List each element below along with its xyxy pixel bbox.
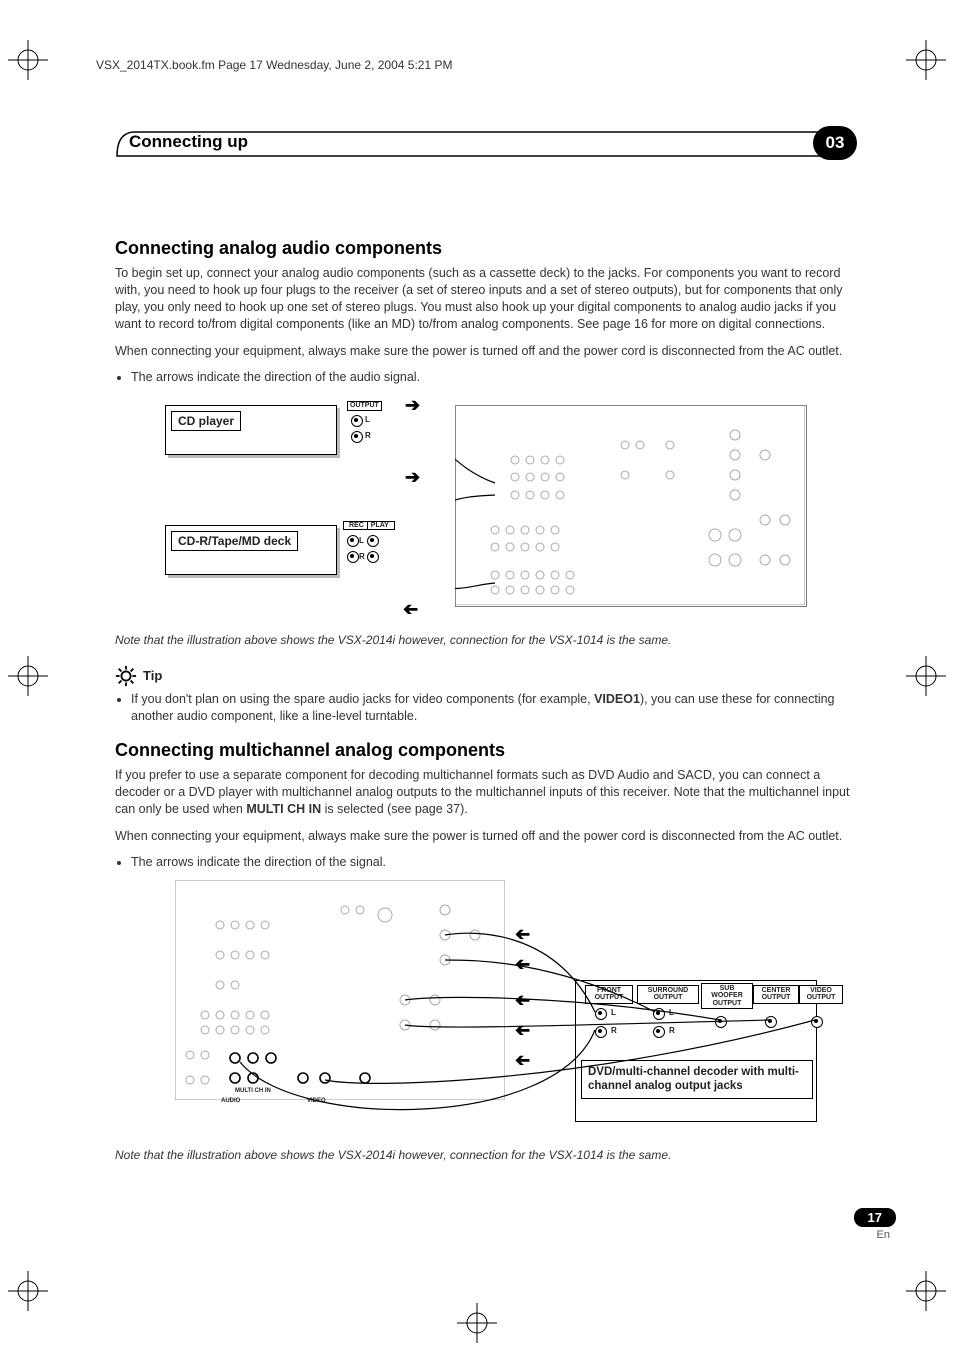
arrow-left-icon: ➔ [515,990,530,1011]
chapter-title: Connecting up [129,132,248,152]
crop-mark-icon [906,656,946,696]
arrow-left-icon: ➔ [515,1020,530,1041]
source-file-header: VSX_2014TX.book.fm Page 17 Wednesday, Ju… [96,58,452,72]
page-language: En [854,1229,896,1241]
multi-ch-in-label: MULTI CH IN [235,1088,271,1094]
section2-para1-before: If you prefer to use a separate componen… [115,768,849,816]
l-label: L [611,1008,616,1017]
page-number-badge: 17 [854,1208,896,1227]
r-label: R [669,1026,675,1035]
subwoofer-output-label: SUB WOOFER OUTPUT [701,983,753,1009]
tip-text-bold: VIDEO1 [594,692,640,706]
front-output-label: FRONT OUTPUT [585,985,633,1004]
cd-player-label: CD player [171,411,241,431]
l-label: L [359,536,364,545]
section2-para1: If you prefer to use a separate componen… [115,767,855,818]
video-output-label: VIDEO OUTPUT [799,985,843,1004]
chapter-number-badge: 03 [813,126,857,160]
play-label: PLAY [368,522,392,529]
crop-mark-icon [8,1271,48,1311]
crop-mark-icon [906,40,946,80]
decoder-label: DVD/multi-channel decoder with multi-cha… [581,1060,813,1099]
section-heading-multichannel: Connecting multichannel analog component… [115,740,855,761]
receiver-panel-illustration [455,405,805,605]
cdr-deck-label: CD-R/Tape/MD deck [171,531,298,551]
section1-para2: When connecting your equipment, always m… [115,343,855,360]
arrow-left-icon: ➔ [403,599,418,620]
section-heading-analog: Connecting analog audio components [115,238,855,259]
section1-para1: To begin set up, connect your analog aud… [115,265,855,333]
figure2-caption: Note that the illustration above shows t… [115,1148,855,1162]
section2-para2: When connecting your equipment, always m… [115,828,855,845]
figure-multichannel-connections: MULTI CH IN AUDIO VIDEO ➔ ➔ ➔ ➔ ➔ FRONT … [165,880,855,1140]
section2-para1-after: is selected (see page 37). [321,802,468,816]
tip-label: Tip [143,668,162,683]
r-label: R [359,552,365,561]
arrow-left-icon: ➔ [515,924,530,945]
crop-mark-icon [8,40,48,80]
arrow-right-icon: ➔ [405,467,420,488]
l-label: L [669,1008,674,1017]
crop-mark-icon [906,1271,946,1311]
crop-mark-icon [8,656,48,696]
page-footer: 17 En [854,1208,896,1241]
tip-header: Tip [115,665,855,687]
tip-text-before: If you don't plan on using the spare aud… [131,692,594,706]
tip-bullet: If you don't plan on using the spare aud… [131,691,855,726]
arrow-left-icon: ➔ [515,1050,530,1071]
gear-icon [115,665,137,687]
l-label: L [365,415,370,424]
video-label: VIDEO [307,1098,326,1104]
section1-bullet: The arrows indicate the direction of the… [131,369,855,387]
section2-bullet: The arrows indicate the direction of the… [131,854,855,872]
arrow-left-icon: ➔ [515,954,530,975]
audio-label: AUDIO [221,1098,240,1104]
rec-label: REC [346,522,368,529]
section2-para1-bold: MULTI CH IN [246,802,321,816]
chapter-header: Connecting up 03 [115,130,855,158]
crop-mark-icon [457,1303,497,1343]
figure1-caption: Note that the illustration above shows t… [115,633,855,647]
cd-output-label: OUTPUT [347,401,382,411]
center-output-label: CENTER OUTPUT [753,985,799,1004]
r-label: R [611,1026,617,1035]
receiver-panel-illustration [175,880,505,1100]
figure-analog-connections: CD player OUTPUT L R CD-R/Tape/MD deck R… [165,395,855,625]
arrow-right-icon: ➔ [405,395,420,416]
r-label: R [365,431,371,440]
surround-output-label: SURROUND OUTPUT [637,985,699,1004]
